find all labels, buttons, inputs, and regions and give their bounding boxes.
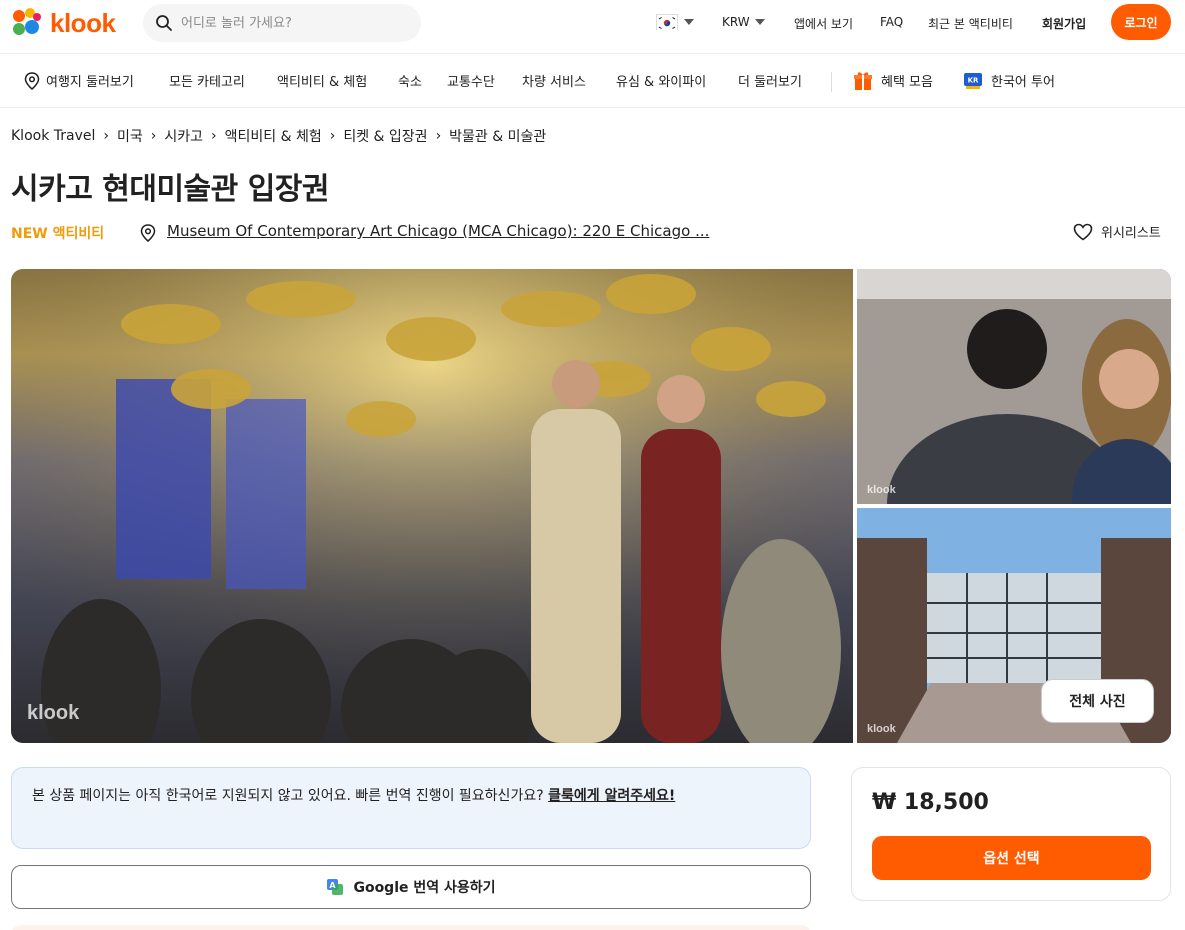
- app-download-link[interactable]: 앱에서 보기: [794, 15, 853, 32]
- breadcrumb: Klook Travel › 미국 › 시카고 › 액티비티 & 체험 › 티켓…: [11, 126, 546, 146]
- top-header: klook KRW 앱에서 보기 FAQ 최근 본 액티비티 회원가입 로그인: [0, 0, 1185, 54]
- page-title: 시카고 현대미술관 입장권: [11, 172, 330, 207]
- chevron-down-icon[interactable]: [684, 19, 694, 25]
- wishlist-label: 위시리스트: [1101, 226, 1161, 241]
- chevron-right-icon: ›: [329, 128, 336, 144]
- gallery-main-photo[interactable]: klook: [11, 269, 853, 743]
- view-all-photos-button[interactable]: 전체 사진: [1041, 679, 1154, 723]
- breadcrumb-item[interactable]: 미국: [117, 126, 143, 146]
- category-nav: 여행지 둘러보기 모든 카테고리 액티비티 & 체험 숙소 교통수단 차량 서비…: [0, 54, 1185, 108]
- chevron-right-icon: ›: [150, 128, 157, 144]
- korean-tour-icon: KR: [964, 73, 982, 89]
- nav-hotels[interactable]: 숙소: [398, 71, 422, 90]
- currency-selector[interactable]: KRW: [722, 15, 750, 29]
- klook-watermark-text: klook: [27, 702, 80, 724]
- select-options-button[interactable]: 옵션 선택: [872, 836, 1151, 880]
- korea-flag-icon[interactable]: [656, 14, 678, 30]
- translation-notice: 본 상품 페이지는 아직 한국어로 지원되지 않고 있어요. 빠른 번역 진행이…: [11, 767, 811, 849]
- klook-logo-text: klook: [50, 7, 116, 38]
- translation-notice-text: 본 상품 페이지는 아직 한국어로 지원되지 않고 있어요. 빠른 번역 진행이…: [32, 788, 549, 804]
- chevron-right-icon: ›: [435, 128, 442, 144]
- gallery-main-illustration: [11, 269, 853, 743]
- nav-more[interactable]: 더 둘러보기: [738, 71, 802, 90]
- heart-icon: [1073, 223, 1093, 240]
- chevron-right-icon: ›: [103, 128, 109, 144]
- faq-link[interactable]: FAQ: [880, 15, 903, 29]
- nav-transport[interactable]: 교통수단: [447, 71, 495, 90]
- breadcrumb-item[interactable]: Klook Travel: [11, 128, 95, 144]
- next-section-edge: [11, 925, 811, 930]
- klook-watermark: klook: [867, 723, 896, 735]
- location-link[interactable]: Museum Of Contemporary Art Chicago (MCA …: [167, 222, 745, 240]
- google-translate-button[interactable]: A Google 번역 사용하기: [11, 865, 811, 909]
- nav-activities[interactable]: 액티비티 & 체험: [277, 71, 367, 90]
- nav-sim-wifi[interactable]: 유심 & 와이파이: [616, 71, 706, 90]
- google-translate-label: Google 번역 사용하기: [353, 880, 496, 896]
- breadcrumb-item[interactable]: 박물관 & 미술관: [449, 126, 546, 146]
- location-pin-icon: [140, 224, 156, 242]
- search-bar[interactable]: [143, 4, 421, 42]
- login-button[interactable]: 로그인: [1111, 4, 1171, 40]
- google-translate-icon: A: [327, 879, 344, 895]
- breadcrumb-item[interactable]: 티켓 & 입장권: [343, 126, 427, 146]
- chevron-right-icon: ›: [211, 128, 217, 144]
- klook-watermark: klook: [27, 702, 79, 725]
- price-value: ₩ 18,500: [872, 790, 989, 815]
- price-card: ₩ 18,500 옵션 선택: [851, 767, 1171, 901]
- klook-watermark-text: klook: [867, 484, 896, 496]
- recent-activities-link[interactable]: 최근 본 액티비티: [928, 15, 1013, 32]
- svg-text:A: A: [330, 881, 337, 890]
- search-icon: [156, 15, 172, 31]
- nav-all-categories[interactable]: 모든 카테고리: [169, 71, 245, 90]
- nav-korean-tour[interactable]: 한국어 투어: [991, 71, 1055, 90]
- signup-link[interactable]: 회원가입: [1042, 15, 1086, 32]
- wishlist-button[interactable]: 위시리스트: [1073, 222, 1161, 241]
- svg-text:KR: KR: [968, 77, 979, 85]
- nav-car-service[interactable]: 차량 서비스: [522, 71, 586, 90]
- gift-icon: [854, 72, 872, 90]
- breadcrumb-item[interactable]: 액티비티 & 체험: [225, 126, 322, 146]
- notify-klook-link[interactable]: 클룩에게 알려주세요!: [548, 788, 675, 804]
- breadcrumb-item[interactable]: 시카고: [164, 126, 203, 146]
- nav-divider: [831, 72, 832, 92]
- klook-logo[interactable]: klook: [10, 6, 116, 40]
- location-pin-icon: [24, 72, 40, 90]
- klook-watermark-text: klook: [867, 723, 896, 735]
- klook-logo-mark: [10, 6, 44, 40]
- new-activity-badge: NEW 액티비티: [11, 226, 105, 242]
- klook-watermark: klook: [867, 484, 896, 496]
- search-input[interactable]: [181, 15, 401, 31]
- gallery-side-photo-top[interactable]: klook: [857, 269, 1171, 504]
- chevron-down-icon[interactable]: [755, 19, 765, 25]
- gallery-top-illustration: [857, 269, 1171, 504]
- nav-destinations[interactable]: 여행지 둘러보기: [46, 71, 134, 90]
- nav-benefits[interactable]: 혜택 모음: [881, 71, 933, 90]
